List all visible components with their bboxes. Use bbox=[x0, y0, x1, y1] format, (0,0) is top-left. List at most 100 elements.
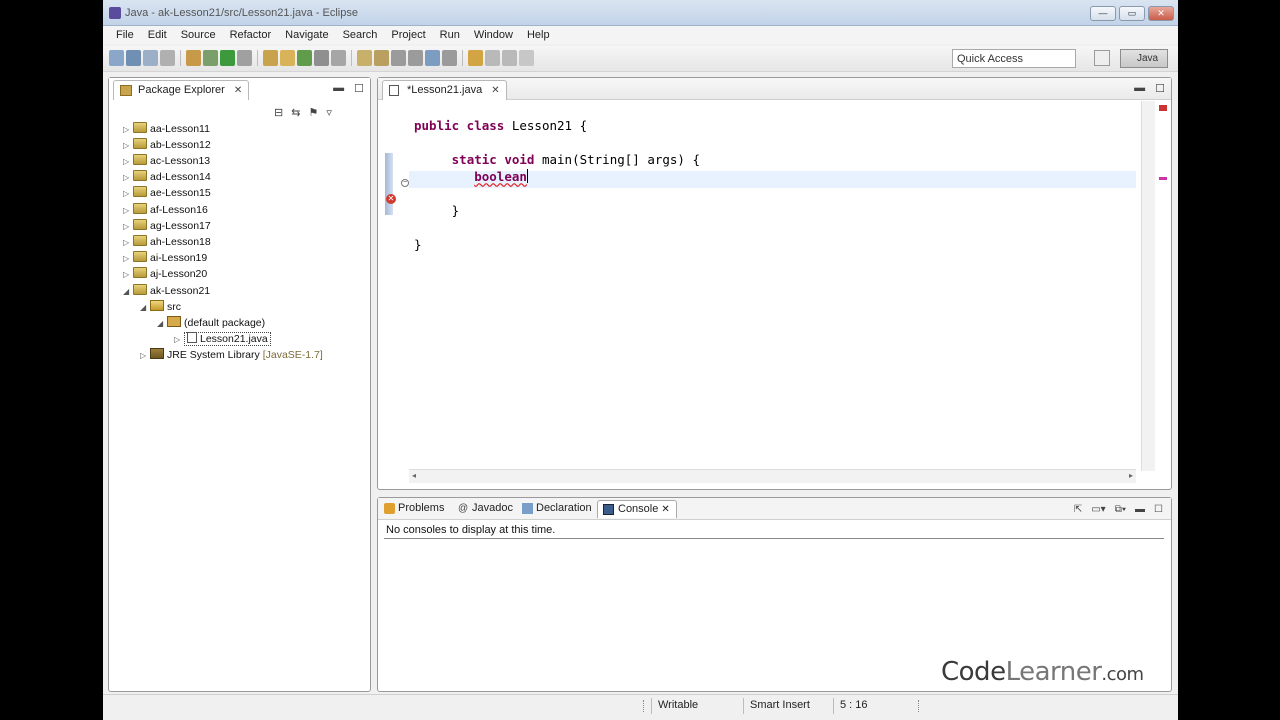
tab-declaration[interactable]: Declaration bbox=[522, 502, 592, 514]
horizontal-scrollbar[interactable]: ◂ ▸ bbox=[409, 469, 1136, 483]
tree-item-package[interactable]: ◢ (default package) bbox=[157, 316, 265, 332]
run-external-icon[interactable] bbox=[237, 50, 252, 66]
run-icon[interactable] bbox=[220, 50, 235, 66]
save-all-icon[interactable] bbox=[143, 50, 158, 66]
tree-item[interactable]: ▷ ab-Lesson12 bbox=[123, 138, 211, 154]
debug-icon[interactable] bbox=[203, 50, 218, 66]
back-icon[interactable] bbox=[485, 50, 500, 66]
collapse-all-icon[interactable]: ⊟ bbox=[274, 106, 283, 119]
close-icon[interactable]: ✕ bbox=[234, 85, 242, 96]
main-toolbar: Quick Access Java bbox=[103, 46, 1178, 72]
menu-run[interactable]: Run bbox=[433, 29, 467, 41]
open-console-icon[interactable]: ⇱ bbox=[1074, 504, 1082, 515]
save-icon[interactable] bbox=[126, 50, 141, 66]
watermark-logo: CodeLearner.com bbox=[941, 657, 1144, 687]
show-whitespace-icon[interactable] bbox=[442, 50, 457, 66]
minimize-view-icon[interactable]: ▬ bbox=[1135, 504, 1145, 515]
code-area[interactable]: public class Lesson21 { static void main… bbox=[414, 118, 700, 254]
menu-source[interactable]: Source bbox=[174, 29, 223, 41]
block-selection-icon[interactable] bbox=[425, 50, 440, 66]
pin-console-icon[interactable]: ⧉▾ bbox=[1115, 504, 1126, 515]
new-class-icon[interactable] bbox=[297, 50, 312, 66]
close-button[interactable]: ✕ bbox=[1148, 6, 1174, 21]
tab-javadoc[interactable]: @ Javadoc bbox=[458, 502, 513, 514]
tree-item-java-file[interactable]: ▷ Lesson21.java bbox=[174, 332, 271, 348]
tree-item[interactable]: ▷ aa-Lesson11 bbox=[123, 122, 210, 138]
status-bar: Writable Smart Insert 5 : 16 bbox=[103, 694, 1178, 716]
package-explorer-title: Package Explorer bbox=[138, 84, 225, 96]
new-package-icon[interactable] bbox=[280, 50, 295, 66]
tree-item-src[interactable]: ◢ src bbox=[140, 300, 181, 316]
error-marker[interactable] bbox=[1159, 105, 1167, 111]
maximize-view-icon[interactable]: ☐ bbox=[1155, 82, 1165, 95]
tree-item[interactable]: ▷ ai-Lesson19 bbox=[123, 251, 207, 267]
link-with-editor-icon[interactable]: ⇆ bbox=[291, 106, 300, 119]
tree-item[interactable]: ▷ ah-Lesson18 bbox=[123, 235, 211, 251]
eclipse-icon bbox=[109, 7, 121, 19]
editor-panel: *Lesson21.java ✕ ▬ ☐ − ✕ public class Le… bbox=[377, 77, 1172, 490]
new-icon[interactable] bbox=[109, 50, 124, 66]
eclipse-window: Java - ak-Lesson21/src/Lesson21.java - E… bbox=[103, 0, 1178, 720]
overview-ruler[interactable] bbox=[1157, 101, 1169, 471]
tab-problems[interactable]: Problems bbox=[384, 502, 444, 514]
error-marker[interactable] bbox=[1159, 177, 1167, 180]
java-perspective-button[interactable]: Java bbox=[1120, 49, 1168, 68]
tree-item[interactable]: ▷ ae-Lesson15 bbox=[123, 186, 211, 202]
status-cursor-position: 5 : 16 bbox=[833, 698, 913, 714]
menu-window[interactable]: Window bbox=[467, 29, 520, 41]
tree-item-jre-library[interactable]: ▷ JRE System Library [JavaSE-1.7] bbox=[140, 348, 323, 364]
open-perspective-icon[interactable] bbox=[1094, 50, 1110, 66]
open-type-icon[interactable] bbox=[314, 50, 329, 66]
display-console-icon[interactable]: ▭▾ bbox=[1091, 504, 1105, 515]
new-java-project-icon[interactable] bbox=[263, 50, 278, 66]
menu-project[interactable]: Project bbox=[384, 29, 432, 41]
search-icon[interactable] bbox=[331, 50, 346, 66]
menu-file[interactable]: File bbox=[109, 29, 141, 41]
tree-item[interactable]: ▷ aj-Lesson20 bbox=[123, 267, 207, 283]
tab-lesson21-java[interactable]: *Lesson21.java ✕ bbox=[382, 80, 507, 100]
tree-item[interactable]: ▷ af-Lesson16 bbox=[123, 203, 208, 219]
vertical-scrollbar[interactable] bbox=[1141, 101, 1155, 471]
last-edit-icon[interactable] bbox=[519, 50, 534, 66]
minimize-view-icon[interactable]: ▬ bbox=[1134, 82, 1145, 95]
annotation-prev-icon[interactable] bbox=[374, 50, 389, 66]
menu-search[interactable]: Search bbox=[336, 29, 385, 41]
status-writable: Writable bbox=[651, 698, 743, 714]
title-bar: Java - ak-Lesson21/src/Lesson21.java - E… bbox=[103, 0, 1178, 26]
divider bbox=[384, 538, 1164, 539]
annotation-next-icon[interactable] bbox=[357, 50, 372, 66]
close-icon[interactable]: ✕ bbox=[661, 504, 669, 515]
tree-item[interactable]: ▷ ad-Lesson14 bbox=[123, 170, 211, 186]
menu-edit[interactable]: Edit bbox=[141, 29, 174, 41]
tab-console[interactable]: Console ✕ bbox=[597, 500, 677, 518]
view-menu-icon[interactable]: ▿ bbox=[326, 106, 332, 119]
fold-icon[interactable]: − bbox=[401, 179, 409, 187]
maximize-view-icon[interactable]: ☐ bbox=[1154, 504, 1163, 515]
skip-breakpoints-icon[interactable] bbox=[186, 50, 201, 66]
mark-occurrences-icon[interactable] bbox=[408, 50, 423, 66]
menu-refactor[interactable]: Refactor bbox=[223, 29, 279, 41]
minimize-button[interactable]: — bbox=[1090, 6, 1116, 21]
error-icon[interactable]: ✕ bbox=[386, 194, 396, 204]
tab-package-explorer[interactable]: Package Explorer ✕ bbox=[113, 80, 250, 100]
menu-navigate[interactable]: Navigate bbox=[278, 29, 335, 41]
pin-icon[interactable] bbox=[391, 50, 406, 66]
editor-gutter: − ✕ bbox=[381, 101, 409, 471]
next-edit-icon[interactable] bbox=[468, 50, 483, 66]
tree-item[interactable]: ▷ ac-Lesson13 bbox=[123, 154, 210, 170]
minimize-view-icon[interactable]: ▬ bbox=[333, 82, 344, 95]
maximize-view-icon[interactable]: ☐ bbox=[354, 82, 364, 95]
print-icon[interactable] bbox=[160, 50, 175, 66]
scroll-left-icon[interactable]: ◂ bbox=[412, 471, 416, 480]
window-title: Java - ak-Lesson21/src/Lesson21.java - E… bbox=[125, 7, 358, 19]
tree-item-expanded[interactable]: ◢ ak-Lesson21 bbox=[123, 284, 210, 300]
filter-icon[interactable]: ⚑ bbox=[308, 106, 318, 119]
scroll-right-icon[interactable]: ▸ bbox=[1129, 471, 1133, 480]
quick-access-input[interactable]: Quick Access bbox=[952, 49, 1076, 68]
java-file-icon bbox=[389, 85, 399, 96]
close-icon[interactable]: ✕ bbox=[491, 85, 499, 96]
tree-item[interactable]: ▷ ag-Lesson17 bbox=[123, 219, 211, 235]
menu-help[interactable]: Help bbox=[520, 29, 557, 41]
maximize-button[interactable]: ▭ bbox=[1119, 6, 1145, 21]
forward-icon[interactable] bbox=[502, 50, 517, 66]
